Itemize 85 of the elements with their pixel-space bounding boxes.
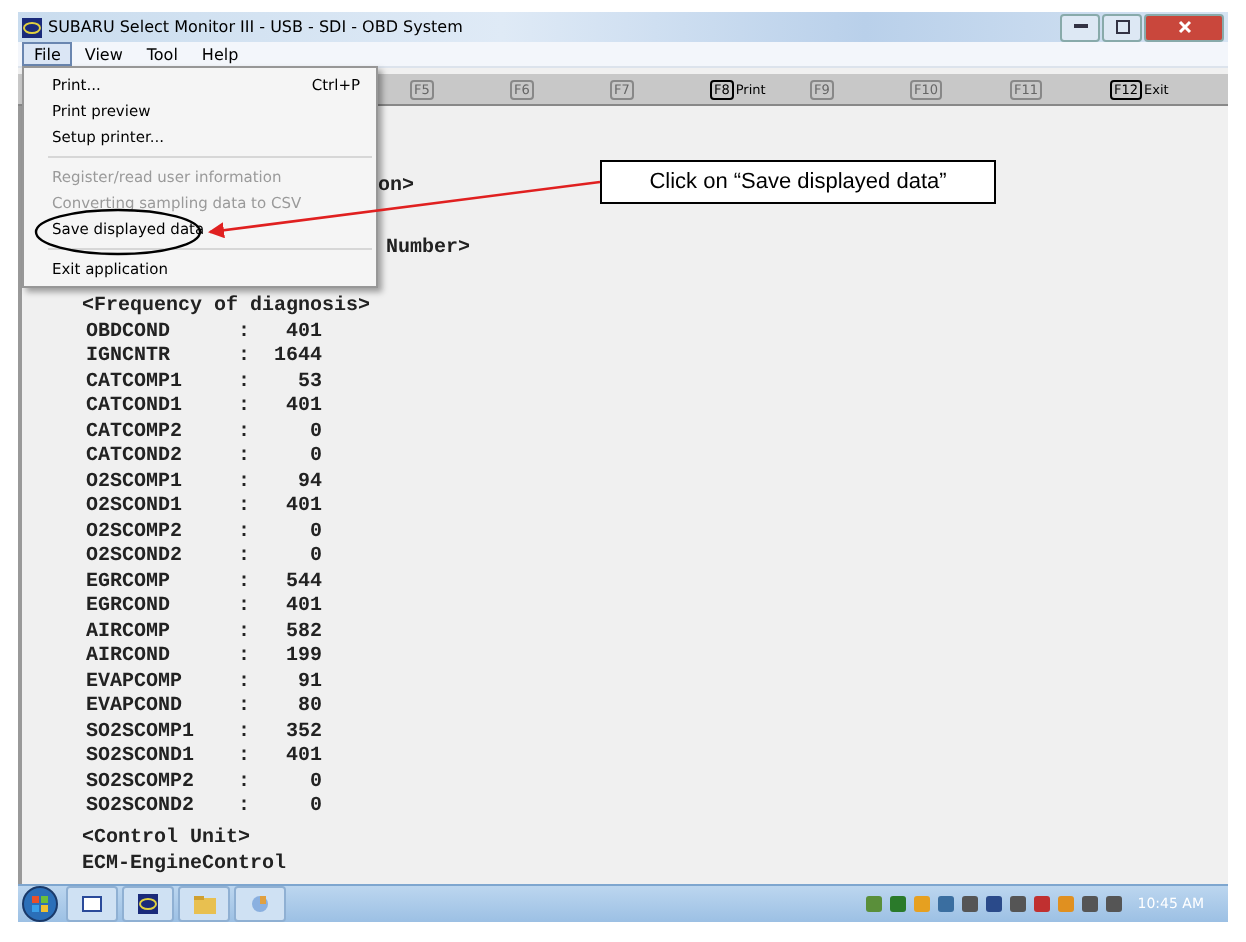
parameter-name: OBDCOND <box>86 321 173 344</box>
report-line: on> <box>378 174 415 200</box>
taskbar-button[interactable] <box>66 886 118 922</box>
colon-separator: : <box>238 746 253 769</box>
parameter-name: EVAPCOND <box>86 696 185 719</box>
parameter-name: EVAPCOMP <box>86 671 185 694</box>
parameter-value: 94 <box>295 471 322 494</box>
parameter-name: O2SCOMP1 <box>86 471 185 494</box>
parameter-name: EGRCOMP <box>86 571 173 594</box>
colon-separator: : <box>238 421 253 444</box>
colon-separator: : <box>238 396 253 419</box>
close-icon <box>1177 20 1191 34</box>
parameter-value: 53 <box>295 371 322 394</box>
parameter-name: SO2SCOMP2 <box>86 771 197 794</box>
parameter-value: 1644 <box>271 346 322 369</box>
parameter-value: 401 <box>283 746 322 769</box>
colon-separator: : <box>238 596 253 619</box>
parameter-value: 80 <box>295 696 322 719</box>
app-icon <box>22 17 42 37</box>
parameter-name: O2SCOND1 <box>86 496 185 519</box>
taskbar-button[interactable] <box>122 886 174 922</box>
menu-bar-item[interactable]: File <box>22 42 73 66</box>
app-icon <box>138 894 158 914</box>
colon-separator: : <box>238 496 253 519</box>
menu-bar-item[interactable]: View <box>72 42 135 66</box>
parameter-value: 582 <box>283 621 322 644</box>
parameter-value: 401 <box>283 596 322 619</box>
colon-separator: : <box>238 671 253 694</box>
maximize-button[interactable] <box>1102 13 1142 41</box>
parameter-value: 0 <box>307 796 322 819</box>
parameter-value: 401 <box>283 321 322 344</box>
parameter-name: IGNCNTR <box>86 346 173 369</box>
parameter-name: SO2SCOND1 <box>86 746 197 769</box>
menu-bar-item[interactable]: Help <box>189 42 251 66</box>
parameter-value: 352 <box>283 721 322 744</box>
window-icon <box>82 896 102 912</box>
folder-icon <box>193 895 215 913</box>
parameter-value: 0 <box>307 771 322 794</box>
minimize-button[interactable] <box>1060 13 1100 41</box>
section-heading: <Control Unit> <box>82 826 251 852</box>
callout-box: Click on “Save displayed data” <box>600 160 996 204</box>
colon-separator: : <box>238 771 253 794</box>
parameter-name: AIRCOMP <box>86 621 173 644</box>
colon-separator: : <box>238 571 253 594</box>
chart-icon <box>250 894 270 914</box>
parameter-value: 0 <box>307 546 322 569</box>
control-unit-name: ECM-EngineControl <box>82 852 287 878</box>
colon-separator: : <box>238 346 253 369</box>
colon-separator: : <box>238 696 253 719</box>
colon-separator: : <box>238 646 253 669</box>
parameter-value: 544 <box>283 571 322 594</box>
colon-separator: : <box>238 371 253 394</box>
parameter-name: CATCOND1 <box>86 396 185 419</box>
parameter-value: 0 <box>307 446 322 469</box>
report-line: Number> <box>386 236 471 262</box>
parameter-name: O2SCOMP2 <box>86 521 185 544</box>
parameter-name: CATCOND2 <box>86 446 185 469</box>
start-button[interactable] <box>18 886 62 922</box>
close-button[interactable] <box>1144 13 1224 41</box>
parameter-value: 0 <box>307 421 322 444</box>
parameter-name: SO2SCOMP1 <box>86 721 197 744</box>
section-heading: <Frequency of diagnosis> <box>82 294 371 320</box>
parameter-value: 0 <box>307 521 322 544</box>
window-title: SUBARU Select Monitor III - USB - SDI - OBD System <box>48 18 463 36</box>
parameter-name: SO2SCOND2 <box>86 796 197 819</box>
parameter-value: 401 <box>283 496 322 519</box>
colon-separator: : <box>238 321 253 344</box>
colon-separator: : <box>238 521 253 544</box>
parameter-name: CATCOMP2 <box>86 421 185 444</box>
parameter-value: 401 <box>283 396 322 419</box>
parameter-name: CATCOMP1 <box>86 371 185 394</box>
parameter-name: EGRCOND <box>86 596 173 619</box>
colon-separator: : <box>238 796 253 819</box>
colon-separator: : <box>238 546 253 569</box>
colon-separator: : <box>238 471 253 494</box>
colon-separator: : <box>238 621 253 644</box>
parameter-value: 199 <box>283 646 322 669</box>
colon-separator: : <box>238 721 253 744</box>
colon-separator: : <box>238 446 253 469</box>
menu-bar-item[interactable]: Tool <box>134 42 190 66</box>
minimize-icon <box>1073 24 1087 30</box>
parameter-name: O2SCOND2 <box>86 546 185 569</box>
parameter-name: AIRCOND <box>86 646 173 669</box>
maximize-icon <box>1115 20 1129 34</box>
parameter-value: 91 <box>295 671 322 694</box>
